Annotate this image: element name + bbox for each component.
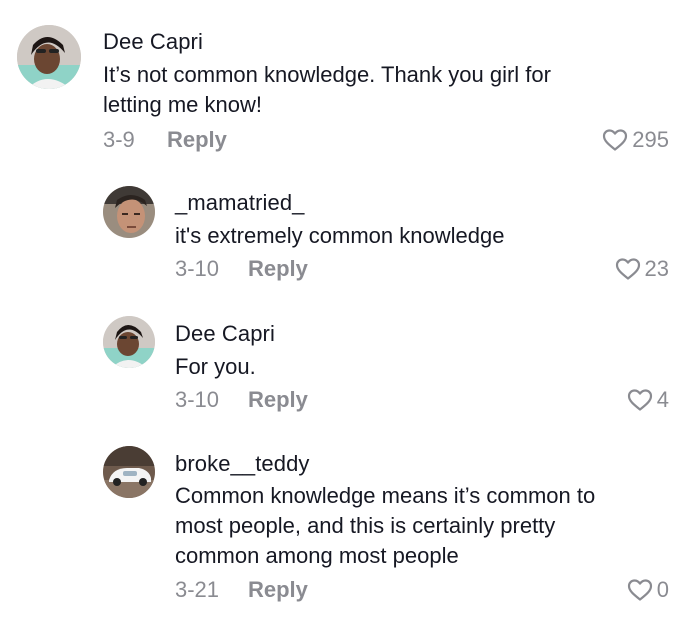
comment-meta: 3-21 Reply 0	[0, 577, 680, 605]
heart-outline-icon	[603, 129, 628, 151]
avatar[interactable]	[103, 446, 155, 498]
avatar[interactable]	[17, 25, 81, 89]
avatar[interactable]	[103, 316, 155, 368]
heart-outline-icon	[627, 579, 652, 601]
comment-username[interactable]: Dee Capri	[103, 29, 203, 55]
profile-photo-icon	[103, 316, 155, 368]
like-count: 295	[632, 127, 669, 152]
comment-username[interactable]: broke__teddy	[175, 451, 310, 477]
comment-text: It’s not common knowledge. Thank you gir…	[103, 60, 551, 120]
profile-photo-icon	[103, 446, 155, 498]
comment-date: 3-9	[103, 127, 135, 152]
comment-text-line: it's extremely common knowledge	[175, 223, 505, 248]
profile-photo-icon	[17, 25, 81, 89]
reply-button[interactable]: Reply	[167, 127, 227, 153]
profile-photo-icon	[103, 186, 155, 238]
comment-meta: 3-9 Reply 295	[0, 127, 680, 155]
reply-button[interactable]: Reply	[248, 387, 308, 413]
like-count: 4	[656, 387, 669, 412]
like-count: 0	[656, 577, 669, 602]
comment-text: it's extremely common knowledge	[175, 221, 504, 251]
comment-date: 3-10	[175, 256, 220, 281]
comment-item: Dee Capri For you. 3-10 Reply 4	[0, 308, 680, 428]
comment-text: Common knowledge means it’s common to mo…	[175, 481, 595, 571]
avatar[interactable]	[103, 186, 155, 238]
like-count: 23	[644, 256, 669, 281]
comment-text-line: common among most people	[175, 543, 459, 568]
like-button[interactable]: 4	[627, 387, 669, 413]
comment-item: _mamatried_ it's extremely common knowle…	[0, 178, 680, 298]
comment-date: 3-10	[175, 387, 220, 412]
comment-text-line: letting me know!	[103, 92, 262, 117]
like-button[interactable]: 0	[627, 577, 669, 603]
comment-meta: 3-10 Reply 23	[0, 256, 680, 284]
comment-text-line: It’s not common knowledge. Thank you gir…	[103, 62, 551, 87]
comment-username[interactable]: _mamatried_	[175, 190, 305, 216]
reply-button[interactable]: Reply	[248, 577, 308, 603]
like-button[interactable]: 23	[615, 256, 669, 282]
comment-text: For you.	[175, 352, 256, 382]
like-button[interactable]: 295	[602, 127, 669, 153]
reply-button[interactable]: Reply	[248, 256, 308, 282]
comment-item: Dee Capri It’s not common knowledge. Tha…	[0, 0, 680, 160]
comment-text-line: Common knowledge means it’s common to	[175, 483, 596, 508]
comment-meta: 3-10 Reply 4	[0, 387, 680, 415]
heart-outline-icon	[627, 389, 652, 411]
heart-outline-icon	[615, 258, 640, 280]
comment-text-line: For you.	[175, 354, 256, 379]
comment-username[interactable]: Dee Capri	[175, 321, 275, 347]
comment-text-line: most people, and this is certainly prett…	[175, 513, 556, 538]
comment-item: broke__teddy Common knowledge means it’s…	[0, 438, 680, 618]
comment-date: 3-21	[175, 577, 220, 602]
